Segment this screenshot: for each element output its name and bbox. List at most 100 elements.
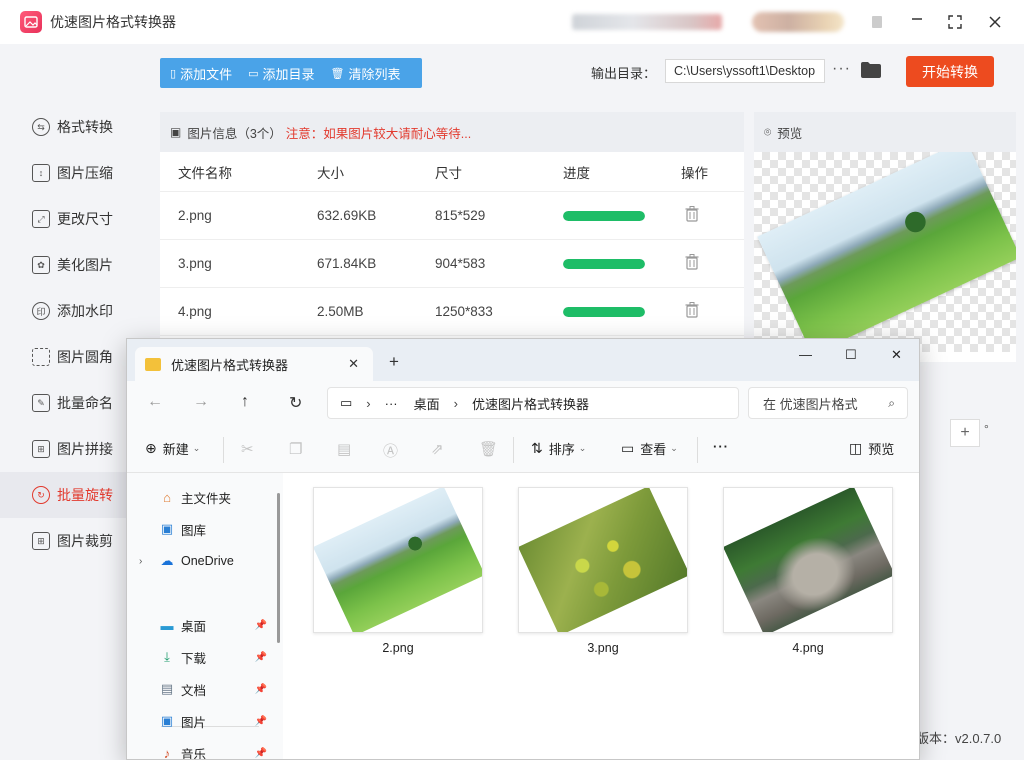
column-action: 操作 (681, 165, 708, 181)
new-button[interactable]: ⊕ 新建 ⌄ (145, 439, 200, 458)
table-row[interactable]: 4.png 2.50MB 1250*833 (160, 288, 744, 336)
breadcrumb-folder[interactable]: 优速图片格式转换器 (472, 394, 589, 413)
more-options-icon[interactable]: ··· (832, 60, 851, 78)
copy-icon[interactable]: ❐ (289, 440, 302, 458)
progress-fill (563, 258, 645, 269)
cut-icon[interactable]: ✂ (241, 440, 254, 458)
table-row[interactable]: 2.png 632.69KB 815*529 (160, 192, 744, 240)
back-icon[interactable]: ← (147, 393, 163, 411)
delete-button[interactable] (681, 206, 741, 225)
preview-header: ⌾ 预览 (754, 112, 1016, 152)
sidebar-item-label: 图片圆角 (57, 349, 113, 365)
nav-item-documents[interactable]: ▤ 文档 📌 (127, 675, 275, 703)
explorer-minimize-icon[interactable]: — (799, 347, 812, 362)
address-bar[interactable]: ▭ › ··· 桌面 › 优速图片格式转换器 (327, 387, 739, 419)
table-row[interactable]: 3.png 671.84KB 904*583 (160, 240, 744, 288)
watermark-icon: 印 (32, 302, 50, 320)
column-size: 大小 (317, 165, 344, 181)
thumbnail-image (724, 488, 892, 632)
pin-icon[interactable]: 📌 (255, 748, 267, 759)
progress-bar (563, 306, 645, 317)
folder-icon (145, 357, 161, 371)
view-button[interactable]: ▭ 查看 ⌄ (621, 439, 678, 458)
divider (223, 437, 224, 463)
file-label[interactable]: 2.png (313, 641, 483, 655)
sidebar-item-beautify[interactable]: ✿ 美化图片 (0, 242, 150, 288)
nav-item-pictures[interactable]: ▣ 图片 📌 (127, 707, 275, 735)
minimize-icon[interactable] (906, 11, 928, 33)
preview-pane-icon: ◫ (849, 440, 863, 456)
nav-item-gallery[interactable]: ▣ 图库 (127, 515, 275, 543)
explorer-close-icon[interactable]: ✕ (891, 347, 902, 363)
delete-button[interactable] (681, 254, 741, 273)
output-dir-input[interactable]: C:\Users\yssoft1\Desktop (665, 59, 825, 83)
tab-close-icon[interactable]: ✕ (348, 356, 359, 372)
file-thumbnail[interactable] (313, 487, 483, 633)
chevron-down-icon: ⌄ (578, 443, 587, 453)
breadcrumb-more-icon[interactable]: ··· (385, 396, 398, 411)
start-convert-button[interactable]: 开始转换 (906, 56, 994, 87)
delete-button[interactable] (681, 302, 741, 321)
nav-item-music[interactable]: ♪ 音乐 📌 (127, 739, 275, 760)
up-icon[interactable]: ↑ (241, 393, 249, 411)
preview-pane-button[interactable]: ◫ 预览 (849, 439, 894, 458)
close-icon[interactable] (984, 11, 1006, 33)
file-thumbnail[interactable] (723, 487, 893, 633)
clear-list-button[interactable]: 🗑 清除列表 (323, 58, 409, 88)
pin-icon[interactable]: 📌 (255, 652, 267, 663)
sidebar-item-label: 美化图片 (57, 257, 113, 273)
nav-item-desktop[interactable]: ▬ 桌面 📌 (127, 611, 275, 639)
blurred-account-info (572, 14, 722, 30)
sidebar-item-label: 更改尺寸 (57, 211, 113, 227)
refresh-icon[interactable]: ↻ (289, 393, 302, 413)
resize-icon: ⤢ (32, 210, 50, 228)
pin-icon[interactable]: 📌 (255, 620, 267, 631)
format-convert-icon: ⇆ (32, 118, 50, 136)
file-label[interactable]: 4.png (723, 641, 893, 655)
explorer-maximize-icon[interactable]: ☐ (845, 347, 857, 363)
navigation-pane: ⌂ 主文件夹 ▣ 图库 › ☁ OneDrive ▬ 桌面 📌 ⤓ 下载 📌 ▤… (127, 473, 275, 760)
maximize-icon[interactable] (944, 11, 966, 33)
forward-icon[interactable]: → (193, 393, 209, 411)
nav-item-onedrive[interactable]: › ☁ OneDrive (127, 547, 275, 575)
expand-chevron-icon[interactable]: › (139, 556, 151, 567)
thumbnail-image (519, 488, 687, 632)
explorer-tab[interactable]: 优速图片格式转换器 ✕ (135, 347, 373, 381)
file-thumbnail[interactable] (518, 487, 688, 633)
sidebar-item-label: 批量旋转 (57, 487, 113, 503)
sidebar-item-watermark[interactable]: 印 添加水印 (0, 288, 150, 334)
file-label[interactable]: 3.png (518, 641, 688, 655)
divider (697, 437, 698, 463)
file-size: 632.69KB (317, 208, 377, 223)
trash-icon (685, 206, 699, 222)
add-file-button[interactable]: ▯ 添加文件 (160, 58, 240, 88)
open-folder-icon[interactable] (860, 61, 882, 79)
column-headers: 文件名称 大小 尺寸 进度 操作 (160, 152, 744, 192)
thumbnail-image (314, 488, 482, 632)
pin-icon[interactable]: 📌 (255, 716, 267, 727)
output-dir-label: 输出目录： (591, 66, 657, 81)
more-icon[interactable]: ··· (713, 439, 729, 454)
sidebar-item-compress[interactable]: ↕ 图片压缩 (0, 150, 150, 196)
sort-button[interactable]: ⇅ 排序 ⌄ (531, 439, 586, 458)
add-folder-button[interactable]: ▭ 添加目录 (240, 58, 322, 88)
increase-angle-button[interactable]: + (950, 419, 980, 447)
nav-scrollbar[interactable] (275, 473, 283, 759)
search-input[interactable]: 在 优速图片格式 ⌕ (748, 387, 908, 419)
nav-item-downloads[interactable]: ⤓ 下载 📌 (127, 643, 275, 671)
sidebar-item-format-convert[interactable]: ⇆ 格式转换 (0, 104, 150, 150)
share-icon[interactable]: ⇗ (431, 440, 444, 458)
paste-icon[interactable]: ▤ (337, 440, 351, 458)
home-icon: ⌂ (163, 489, 171, 505)
pin-icon[interactable]: 📌 (255, 684, 267, 695)
new-tab-icon[interactable]: + (389, 352, 399, 372)
breadcrumb-desktop[interactable]: 桌面 (414, 394, 440, 413)
scrollbar-thumb[interactable] (277, 493, 280, 643)
explorer-tab-title: 优速图片格式转换器 (171, 357, 289, 373)
nav-item-home[interactable]: ⌂ 主文件夹 (127, 483, 275, 511)
user-card-icon[interactable] (866, 11, 888, 33)
sidebar-item-resize[interactable]: ⤢ 更改尺寸 (0, 196, 150, 242)
delete-icon[interactable]: 🗑 (479, 440, 498, 458)
onedrive-icon: ☁ (160, 553, 174, 568)
rename-icon[interactable]: Ⓐ (383, 440, 398, 461)
